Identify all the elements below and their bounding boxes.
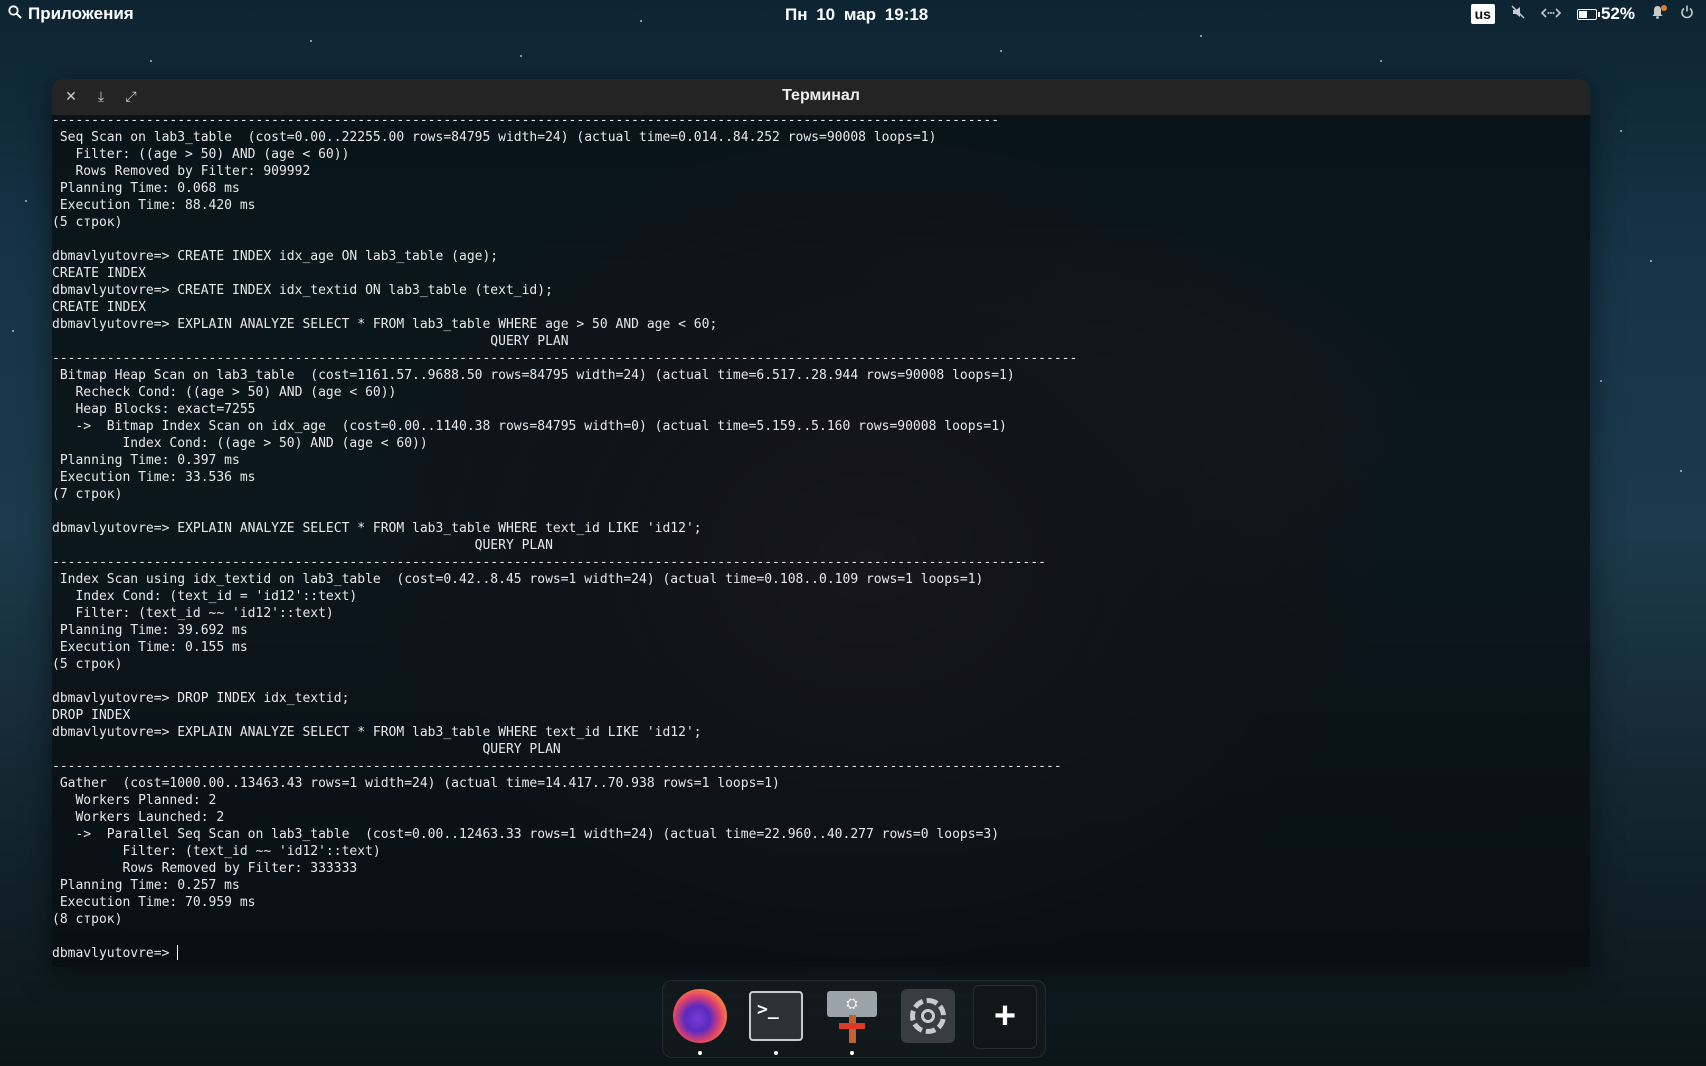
running-indicator: [774, 1051, 778, 1055]
sound-muted-icon[interactable]: [1511, 5, 1525, 23]
battery-indicator[interactable]: 52%: [1576, 4, 1635, 24]
dock-item-firefox[interactable]: [671, 987, 729, 1055]
terminal-line: ----------------------------------------…: [52, 555, 1046, 570]
terminal-line: dbmavlyutovre=> DROP INDEX idx_textid;: [52, 691, 350, 706]
terminal-line: dbmavlyutovre=> EXPLAIN ANALYZE SELECT *…: [52, 521, 702, 536]
terminal-line: Workers Planned: 2: [52, 793, 217, 808]
terminal-line: (5 строк): [52, 657, 123, 672]
terminal-line: Planning Time: 0.397 ms: [52, 453, 240, 468]
network-wired-icon[interactable]: [1540, 6, 1562, 23]
terminal-line: Execution Time: 0.155 ms: [52, 640, 248, 655]
date-time[interactable]: Пн 10 мар 19:18: [785, 5, 928, 25]
terminal-line: Rows Removed by Filter: 909992: [52, 164, 311, 179]
keyboard-layout-indicator[interactable]: us: [1470, 4, 1495, 24]
applications-label: Приложения: [28, 4, 134, 23]
terminal-line: Bitmap Heap Scan on lab3_table (cost=116…: [52, 368, 1015, 383]
top-panel: Приложения Пн 10 мар 19:18 us 52%: [0, 0, 1706, 30]
terminal-line: Planning Time: 0.257 ms: [52, 878, 240, 893]
terminal-line: QUERY PLAN: [52, 742, 561, 757]
terminal-line: Gather (cost=1000.00..13463.43 rows=1 wi…: [52, 776, 780, 791]
terminal-prompt-line[interactable]: dbmavlyutovre=>: [52, 945, 1590, 962]
date-label: Пн 10 мар: [785, 5, 877, 24]
terminal-line: ----------------------------------------…: [52, 113, 1000, 128]
shell-prompt: dbmavlyutovre=>: [52, 946, 178, 961]
terminal-window: ✕ ⤓ ⤢ Терминал -------------------------…: [52, 79, 1590, 967]
terminal-line: Recheck Cond: ((age > 50) AND (age < 60)…: [52, 385, 397, 400]
terminal-line: -> Bitmap Index Scan on idx_age (cost=0.…: [52, 419, 1007, 434]
applications-menu[interactable]: Приложения: [8, 4, 134, 24]
terminal-line: (7 строк): [52, 487, 123, 502]
running-indicator: [698, 1051, 702, 1055]
terminal-line: (5 строк): [52, 215, 123, 230]
terminal-line: QUERY PLAN: [52, 538, 553, 553]
terminal-titlebar[interactable]: ✕ ⤓ ⤢ Терминал: [52, 79, 1590, 115]
dock-item-terminal[interactable]: >_: [747, 987, 805, 1055]
dock: >_ ⛭ +: [662, 980, 1046, 1058]
terminal-line: Filter: (text_id ~~ 'id12'::text): [52, 844, 381, 859]
terminal-line: ----------------------------------------…: [52, 759, 1062, 774]
package-installer-icon: ⛭: [825, 989, 879, 1043]
battery-percent: 52%: [1600, 4, 1635, 23]
terminal-output[interactable]: ----------------------------------------…: [52, 112, 1590, 962]
terminal-line: Index Cond: ((age > 50) AND (age < 60)): [52, 436, 428, 451]
search-icon: [8, 4, 22, 24]
terminal-line: Seq Scan on lab3_table (cost=0.00..22255…: [52, 130, 937, 145]
terminal-line: Rows Removed by Filter: 333333: [52, 861, 358, 876]
terminal-line: dbmavlyutovre=> CREATE INDEX idx_age ON …: [52, 249, 499, 264]
window-title: Терминал: [782, 87, 860, 104]
terminal-line: dbmavlyutovre=> EXPLAIN ANALYZE SELECT *…: [52, 317, 718, 332]
terminal-line: CREATE INDEX: [52, 266, 146, 281]
dock-item-add[interactable]: +: [973, 985, 1037, 1049]
battery-icon: [1576, 8, 1600, 20]
dock-item-package-installer[interactable]: ⛭: [823, 987, 881, 1055]
terminal-line: Workers Launched: 2: [52, 810, 225, 825]
terminal-line: Filter: (text_id ~~ 'id12'::text): [52, 606, 334, 621]
terminal-line: Index Cond: (text_id = 'id12'::text): [52, 589, 358, 604]
settings-gear-icon: [901, 989, 955, 1043]
terminal-line: Index Scan using idx_textid on lab3_tabl…: [52, 572, 984, 587]
terminal-line: dbmavlyutovre=> EXPLAIN ANALYZE SELECT *…: [52, 725, 702, 740]
time-label: 19:18: [884, 5, 929, 24]
firefox-icon: [673, 989, 727, 1043]
terminal-icon: >_: [749, 991, 803, 1041]
terminal-line: (8 строк): [52, 912, 123, 927]
running-indicator: [850, 1051, 854, 1055]
terminal-line: ----------------------------------------…: [52, 351, 1078, 366]
terminal-line: Heap Blocks: exact=7255: [52, 402, 256, 417]
terminal-line: Planning Time: 0.068 ms: [52, 181, 240, 196]
text-cursor: [177, 945, 179, 960]
terminal-line: Execution Time: 33.536 ms: [52, 470, 256, 485]
dock-item-settings[interactable]: [899, 987, 957, 1045]
terminal-line: CREATE INDEX: [52, 300, 146, 315]
terminal-line: Execution Time: 88.420 ms: [52, 198, 256, 213]
power-icon[interactable]: [1680, 5, 1694, 23]
terminal-line: Filter: ((age > 50) AND (age < 60)): [52, 147, 350, 162]
system-indicators: us 52%: [1470, 4, 1694, 24]
terminal-line: Planning Time: 39.692 ms: [52, 623, 248, 638]
terminal-line: QUERY PLAN: [52, 334, 569, 349]
terminal-line: dbmavlyutovre=> CREATE INDEX idx_textid …: [52, 283, 553, 298]
terminal-line: Execution Time: 70.959 ms: [52, 895, 256, 910]
add-icon: +: [973, 985, 1037, 1049]
terminal-line: DROP INDEX: [52, 708, 131, 723]
notifications-bell-icon[interactable]: [1651, 5, 1667, 23]
terminal-line: -> Parallel Seq Scan on lab3_table (cost…: [52, 827, 1000, 842]
